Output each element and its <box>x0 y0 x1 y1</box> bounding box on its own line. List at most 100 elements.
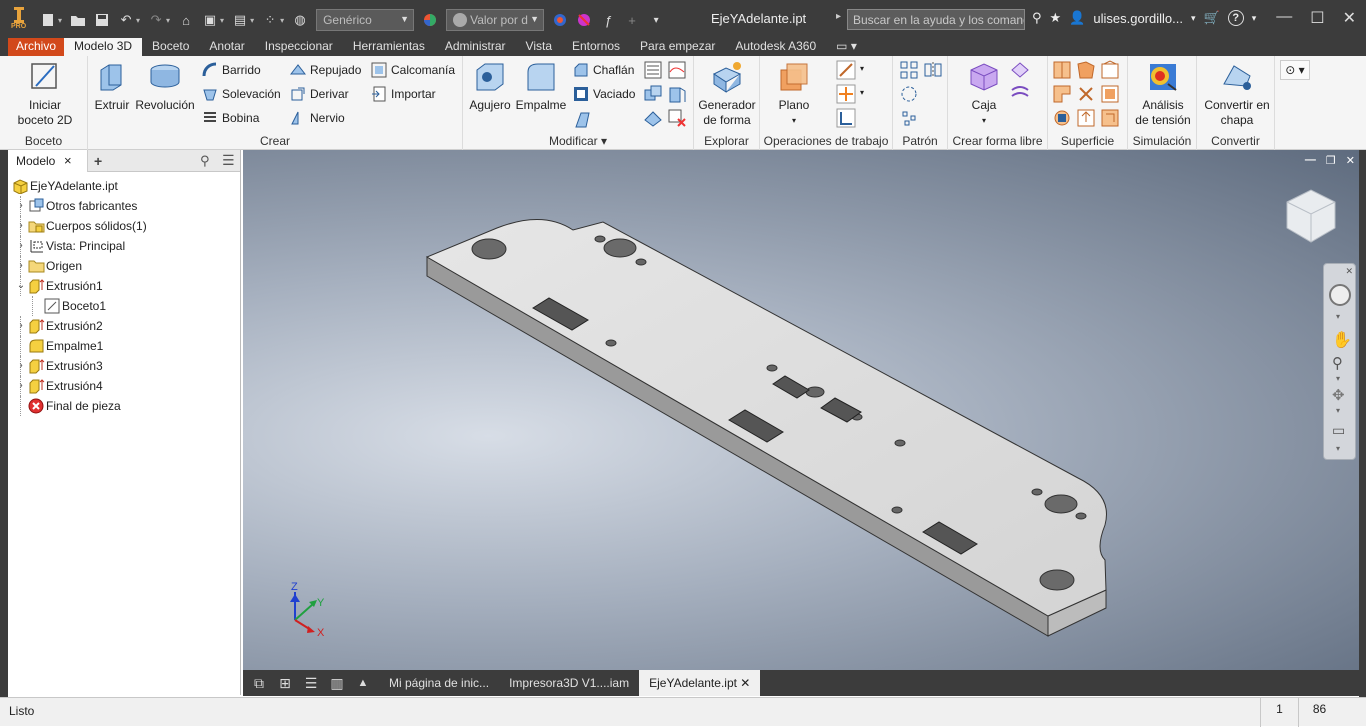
sketch-pattern-icon[interactable] <box>899 108 919 128</box>
tree-node[interactable]: › Origen <box>8 256 241 276</box>
tree-node[interactable]: Final de pieza <box>8 396 241 416</box>
decal-button[interactable]: Calcomanía <box>371 62 455 78</box>
tab-boceto[interactable]: Boceto <box>142 38 199 56</box>
thicken-icon[interactable] <box>667 84 687 104</box>
close-icon[interactable]: ✕ <box>1343 8 1356 28</box>
clear-appearance-icon[interactable] <box>576 12 592 28</box>
axis-icon[interactable] <box>836 60 856 80</box>
stress-analysis-button[interactable]: Análisis de tensión <box>1132 60 1194 128</box>
repair-icon[interactable] <box>1052 108 1072 128</box>
tree-node[interactable]: Empalme1 <box>8 336 241 356</box>
tree-node[interactable]: › Extrusión3 <box>8 356 241 376</box>
ruled-surface-icon[interactable] <box>1076 108 1096 128</box>
coil-button[interactable]: Bobina <box>202 110 259 126</box>
mirror-icon[interactable] <box>923 60 943 80</box>
tree-node[interactable]: › Extrusión4 <box>8 376 241 396</box>
close-icon[interactable]: ✕ <box>1345 266 1353 277</box>
tab-herramientas[interactable]: Herramientas <box>343 38 435 56</box>
split-icon[interactable] <box>667 60 687 80</box>
tree-node[interactable]: › Cuerpos sólidos(1) <box>8 216 241 236</box>
home-icon[interactable]: ⌂ <box>178 12 194 28</box>
camera-icon[interactable]: ▭ ▾ <box>826 38 867 56</box>
expand-toggle-icon[interactable]: › <box>16 256 26 276</box>
inventor-logo[interactable]: PRO <box>8 6 30 32</box>
chevron-down-icon[interactable]: ▾ <box>1336 444 1340 453</box>
derive-button[interactable]: Derivar <box>290 86 349 102</box>
start-sketch-button[interactable]: Iniciar boceto 2D <box>14 60 76 128</box>
appearance-color-icon[interactable] <box>422 12 438 28</box>
globe-icon[interactable]: ◍ <box>292 12 308 28</box>
expand-toggle-icon[interactable]: › <box>16 196 26 216</box>
customize-icon[interactable]: ▾ <box>648 12 664 28</box>
pan-icon[interactable]: ✋ <box>1332 330 1352 350</box>
help-icon[interactable]: ? <box>1227 10 1244 26</box>
tree-node[interactable]: › Otros fabricantes <box>8 196 241 216</box>
freeform-box-button[interactable]: Caja ▾ <box>962 60 1006 128</box>
patch-icon[interactable] <box>1076 60 1096 80</box>
tab-entornos[interactable]: Entornos <box>562 38 630 56</box>
new-icon[interactable] <box>40 12 56 28</box>
update-icon[interactable]: ▤ <box>232 12 248 28</box>
menu-icon[interactable]: ☰ <box>222 152 235 169</box>
expand-toggle-icon[interactable]: › <box>16 356 26 376</box>
fillet-button[interactable]: Empalme <box>515 60 567 113</box>
rib-button[interactable]: Nervio <box>290 110 345 126</box>
tree-node[interactable]: › Vista: Principal <box>8 236 241 256</box>
zoom-icon[interactable]: ⚲ <box>1332 354 1343 372</box>
sculpt-icon[interactable] <box>1100 60 1120 80</box>
tab-modelo-3d[interactable]: Modelo 3D <box>64 38 143 56</box>
tab-modelo[interactable]: Modelo × <box>8 150 88 172</box>
trim-icon[interactable] <box>1052 84 1072 104</box>
direct-edit-icon[interactable] <box>643 108 663 128</box>
tile-cascade-icon[interactable]: ⧉ <box>249 673 269 693</box>
chevron-down-icon[interactable]: ▾ <box>1336 374 1340 383</box>
hole-button[interactable]: Agujero <box>467 60 513 113</box>
tile-vertical-icon[interactable]: ▥ <box>327 673 347 693</box>
stitch-icon[interactable] <box>1052 60 1072 80</box>
cart-icon[interactable]: 🛒 <box>1204 10 1220 26</box>
open-icon[interactable] <box>70 12 86 28</box>
plus-icon[interactable]: + <box>624 12 640 28</box>
document-tab[interactable]: Impresora3D V1....iam <box>499 670 639 696</box>
panel-label-wrap[interactable]: Modificar ▾ <box>463 134 693 148</box>
minimize-icon[interactable]: — <box>1276 8 1292 28</box>
revolve-button[interactable]: Revolución <box>134 60 196 113</box>
tree-node[interactable]: EjeYAdelante.ipt <box>8 176 241 196</box>
save-icon[interactable] <box>94 12 110 28</box>
tile-horizontal-icon[interactable]: ☰ <box>301 673 321 693</box>
steering-wheel-icon[interactable] <box>1329 284 1351 306</box>
tab-anotar[interactable]: Anotar <box>199 38 254 56</box>
ribbon-options-button[interactable]: ⊙ ▾ <box>1280 60 1310 80</box>
tab-autodesk-a360[interactable]: Autodesk A360 <box>725 38 826 56</box>
tile-grid-icon[interactable]: ⊞ <box>275 673 295 693</box>
image-icon[interactable]: ▣ <box>202 12 218 28</box>
add-tab-icon[interactable]: + <box>94 153 102 169</box>
tab-vista[interactable]: Vista <box>516 38 562 56</box>
close-icon[interactable]: ✕ <box>737 676 750 690</box>
loft-button[interactable]: Solevación <box>202 86 281 102</box>
extrude-button[interactable]: Extruir <box>94 60 130 113</box>
appearance-dropdown[interactable]: Valor por d ▼ <box>446 9 545 31</box>
adjust-icon[interactable] <box>552 12 568 28</box>
chamfer-button[interactable]: Chaflán <box>573 62 634 78</box>
chevron-down-icon[interactable]: ▾ <box>860 88 864 97</box>
replace-face-icon[interactable] <box>1100 84 1120 104</box>
user-icon[interactable]: 👤 <box>1069 10 1085 26</box>
expand-toggle-icon[interactable]: › <box>16 216 26 236</box>
select-icon[interactable]: ⁘ <box>262 12 278 28</box>
point-icon[interactable] <box>836 84 856 104</box>
chevron-down-icon[interactable]: ▾ <box>860 64 864 73</box>
chevron-down-icon[interactable]: ▾ <box>1191 13 1196 24</box>
chevron-down-icon[interactable]: ▾ <box>1252 13 1257 24</box>
tree-node[interactable]: Boceto1 <box>8 296 241 316</box>
combine-icon[interactable] <box>643 84 663 104</box>
plane-button[interactable]: Plano ▾ <box>774 60 814 128</box>
expand-toggle-icon[interactable]: › <box>16 316 26 336</box>
chevron-down-icon[interactable]: ▾ <box>1336 312 1340 321</box>
circular-pattern-icon[interactable] <box>899 84 919 104</box>
tab-inspeccionar[interactable]: Inspeccionar <box>255 38 343 56</box>
redo-icon[interactable]: ↷ <box>148 12 164 28</box>
tab-para-empezar[interactable]: Para empezar <box>630 38 725 56</box>
user-name[interactable]: ulises.gordillo... <box>1093 11 1183 26</box>
undo-icon[interactable]: ↶ <box>118 12 134 28</box>
